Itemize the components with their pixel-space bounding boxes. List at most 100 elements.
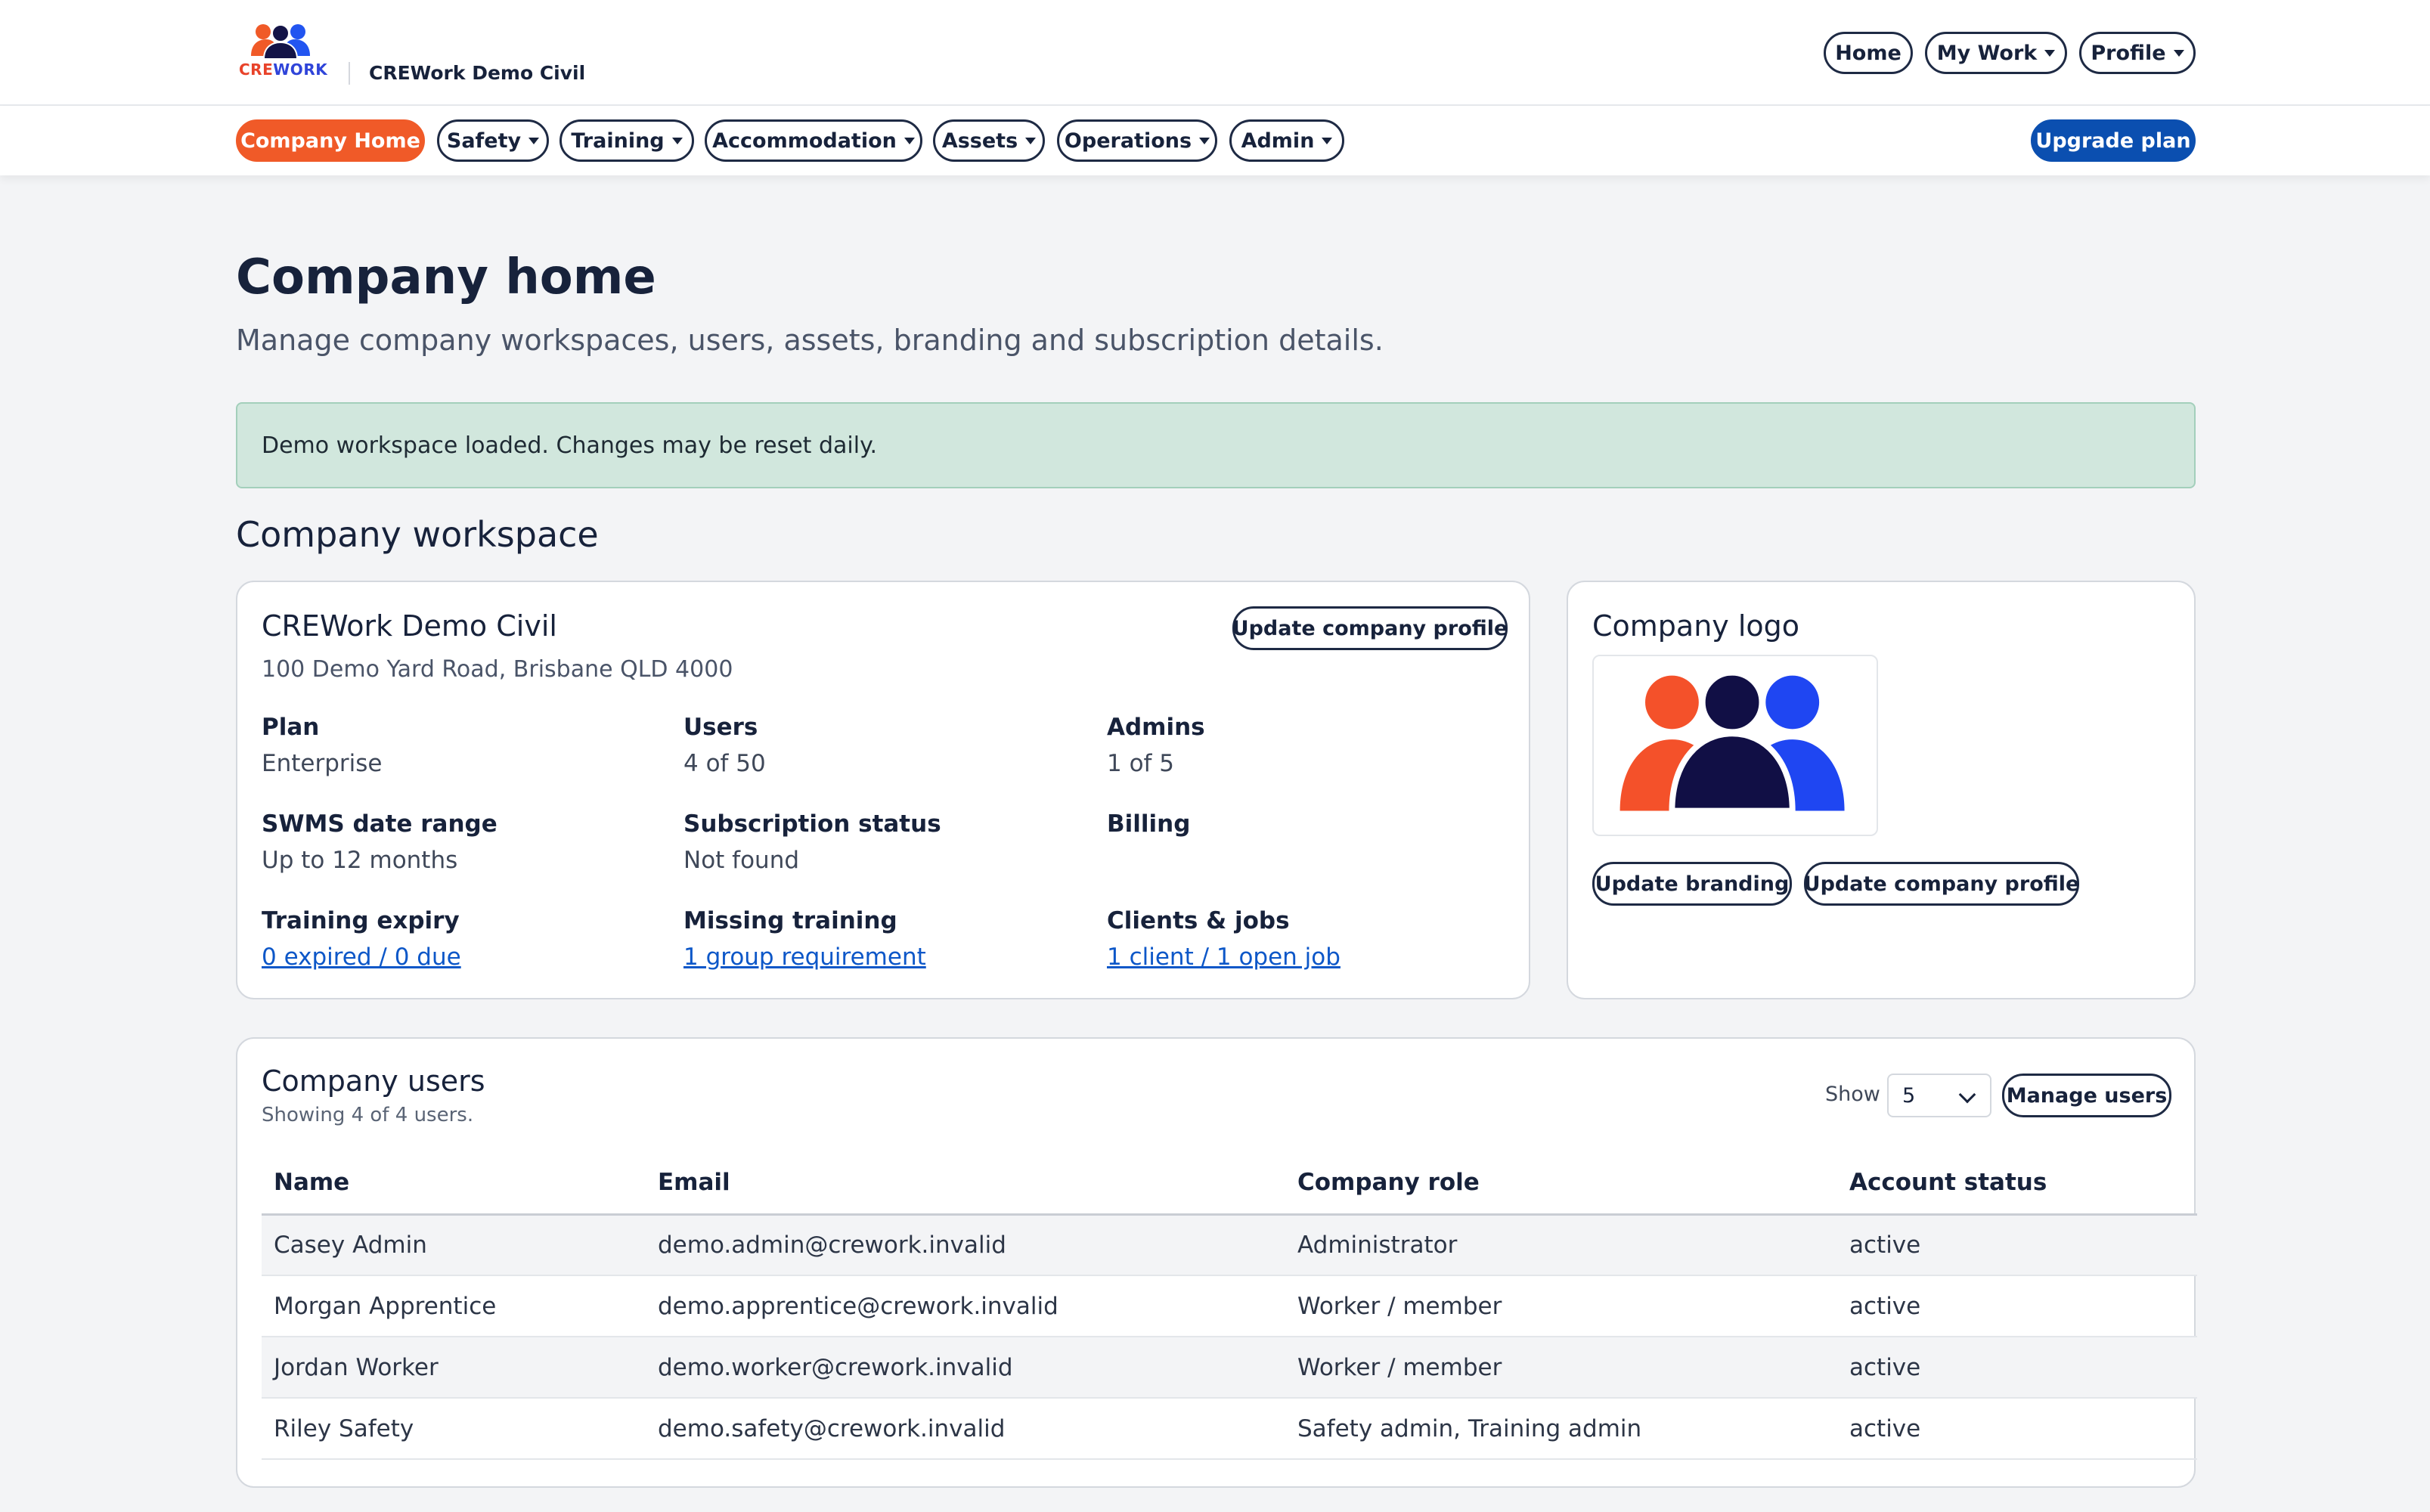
update-profile-label: Update company profile	[1232, 616, 1508, 640]
column-header-role[interactable]: Company role	[1285, 1152, 1837, 1216]
user-email-cell: demo.admin@crework.invalid	[646, 1214, 1285, 1276]
page-size-value: 5	[1902, 1083, 1916, 1108]
user-status-cell: active	[1837, 1337, 2197, 1399]
column-header-status[interactable]: Account status	[1837, 1152, 2197, 1216]
nav-training[interactable]: Training	[559, 119, 694, 162]
caret-down-icon	[2173, 49, 2184, 57]
company-logo-icon	[1619, 669, 1845, 814]
update-company-profile-button[interactable]: Update company profile	[1232, 606, 1508, 650]
user-status-cell: active	[1837, 1398, 2197, 1460]
upgrade-plan-button[interactable]: Upgrade plan	[2031, 119, 2196, 162]
page-size-label: Show	[1825, 1083, 1880, 1106]
users-label: Users	[683, 714, 758, 741]
caret-down-icon	[2044, 49, 2056, 57]
logo-word-work: WORK	[273, 60, 328, 79]
missing-training-link[interactable]: 1 group requirement	[683, 943, 926, 971]
nav-company-home[interactable]: Company Home	[236, 119, 425, 162]
nav-admin[interactable]: Admin	[1229, 119, 1344, 162]
missing-training-label: Missing training	[683, 907, 897, 934]
users-count-text: Showing 4 of 4 users.	[262, 1104, 474, 1126]
user-role-cell: Worker / member	[1285, 1337, 1837, 1399]
users-card-title: Company users	[262, 1064, 485, 1098]
users-table: Name Email Company role Account status C…	[262, 1152, 2197, 1460]
subscription-label: Subscription status	[683, 810, 941, 838]
my-work-menu[interactable]: My Work	[1925, 32, 2067, 74]
caret-down-icon	[528, 137, 540, 144]
user-name-cell: Jordan Worker	[262, 1337, 646, 1399]
subscription-value: Not found	[683, 847, 800, 874]
training-expiry-link[interactable]: 0 expired / 0 due	[262, 943, 461, 971]
table-row[interactable]: Riley Safety demo.safety@crework.invalid…	[262, 1398, 2197, 1460]
clients-jobs-label: Clients & jobs	[1107, 907, 1290, 934]
user-status-cell: active	[1837, 1214, 2197, 1276]
home-label: Home	[1835, 41, 1902, 65]
company-users-card: Company users Showing 4 of 4 users. Show…	[236, 1037, 2197, 1488]
workspace-card: CREWork Demo Civil 100 Demo Yard Road, B…	[236, 581, 1530, 999]
update-branding-button[interactable]: Update branding	[1592, 862, 1792, 906]
caret-down-icon	[671, 137, 683, 144]
users-value: 4 of 50	[683, 750, 766, 777]
table-header-row: Name Email Company role Account status	[262, 1152, 2197, 1216]
billing-label: Billing	[1107, 810, 1191, 838]
user-role-cell: Safety admin, Training admin	[1285, 1398, 1837, 1460]
workspace-address: 100 Demo Yard Road, Brisbane QLD 4000	[262, 656, 733, 683]
nav-label: Operations	[1064, 129, 1192, 153]
logo-card-title: Company logo	[1592, 609, 1800, 643]
upgrade-label: Upgrade plan	[2035, 129, 2191, 153]
table-row[interactable]: Jordan Worker demo.worker@crework.invali…	[262, 1337, 2197, 1399]
clients-jobs-link[interactable]: 1 client / 1 open job	[1107, 943, 1341, 971]
caret-down-icon	[904, 137, 915, 144]
manage-users-button[interactable]: Manage users	[2002, 1074, 2171, 1117]
nav-accommodation[interactable]: Accommodation	[705, 119, 922, 162]
logo-word-cre: CRE	[239, 60, 274, 79]
page-title: Company home	[236, 249, 656, 305]
update-branding-label: Update branding	[1595, 872, 1790, 896]
user-name-cell: Riley Safety	[262, 1398, 646, 1460]
user-email-cell: demo.safety@crework.invalid	[646, 1398, 1285, 1460]
column-header-name[interactable]: Name	[262, 1152, 646, 1216]
page-size-select[interactable]: 5	[1887, 1074, 1991, 1117]
admins-value: 1 of 5	[1107, 750, 1175, 777]
nav-label: Accommodation	[712, 129, 897, 153]
user-email-cell: demo.worker@crework.invalid	[646, 1337, 1285, 1399]
update-company-profile-button-secondary[interactable]: Update company profile	[1804, 862, 2079, 906]
profile-label: Profile	[2091, 41, 2166, 65]
user-status-cell: active	[1837, 1275, 2197, 1337]
caret-down-icon	[1199, 137, 1210, 144]
swms-value: Up to 12 months	[262, 847, 458, 874]
demo-alert: Demo workspace loaded. Changes may be re…	[236, 402, 2196, 488]
company-logo-card: Company logo Update branding Update comp…	[1567, 581, 2196, 999]
nav-label: Safety	[446, 129, 522, 153]
main-navigation: Company Home Safety Training Accommodati…	[0, 106, 2430, 175]
top-header: CREWORK CREWork Demo Civil Home My Work …	[0, 0, 2430, 106]
user-role-cell: Administrator	[1285, 1214, 1837, 1276]
table-row[interactable]: Casey Admin demo.admin@crework.invalid A…	[262, 1214, 2197, 1276]
nav-safety[interactable]: Safety	[437, 119, 549, 162]
table-row[interactable]: Morgan Apprentice demo.apprentice@crewor…	[262, 1275, 2197, 1337]
company-logo-preview	[1592, 655, 1878, 836]
nav-assets[interactable]: Assets	[933, 119, 1045, 162]
training-expiry-label: Training expiry	[262, 907, 460, 934]
swms-label: SWMS date range	[262, 810, 497, 838]
column-header-email[interactable]: Email	[646, 1152, 1285, 1216]
caret-down-icon	[1025, 137, 1037, 144]
chevron-down-icon	[1958, 1086, 1976, 1104]
caret-down-icon	[1322, 137, 1333, 144]
plan-label: Plan	[262, 714, 320, 741]
user-name-cell: Morgan Apprentice	[262, 1275, 646, 1337]
manage-users-label: Manage users	[2006, 1083, 2168, 1108]
update-profile-label: Update company profile	[1803, 872, 2080, 896]
plan-value: Enterprise	[262, 750, 383, 777]
workspace-name: CREWork Demo Civil	[262, 609, 557, 643]
user-role-cell: Worker / member	[1285, 1275, 1837, 1337]
nav-label: Assets	[941, 129, 1018, 153]
company-name-header: CREWork Demo Civil	[369, 62, 586, 84]
page-subtitle: Manage company workspaces, users, assets…	[236, 324, 1384, 357]
home-button[interactable]: Home	[1824, 32, 1913, 74]
nav-operations[interactable]: Operations	[1057, 119, 1217, 162]
user-email-cell: demo.apprentice@crework.invalid	[646, 1275, 1285, 1337]
nav-label: Training	[571, 129, 665, 153]
brand-divider	[349, 62, 350, 85]
section-title: Company workspace	[236, 514, 599, 555]
profile-menu[interactable]: Profile	[2079, 32, 2196, 74]
